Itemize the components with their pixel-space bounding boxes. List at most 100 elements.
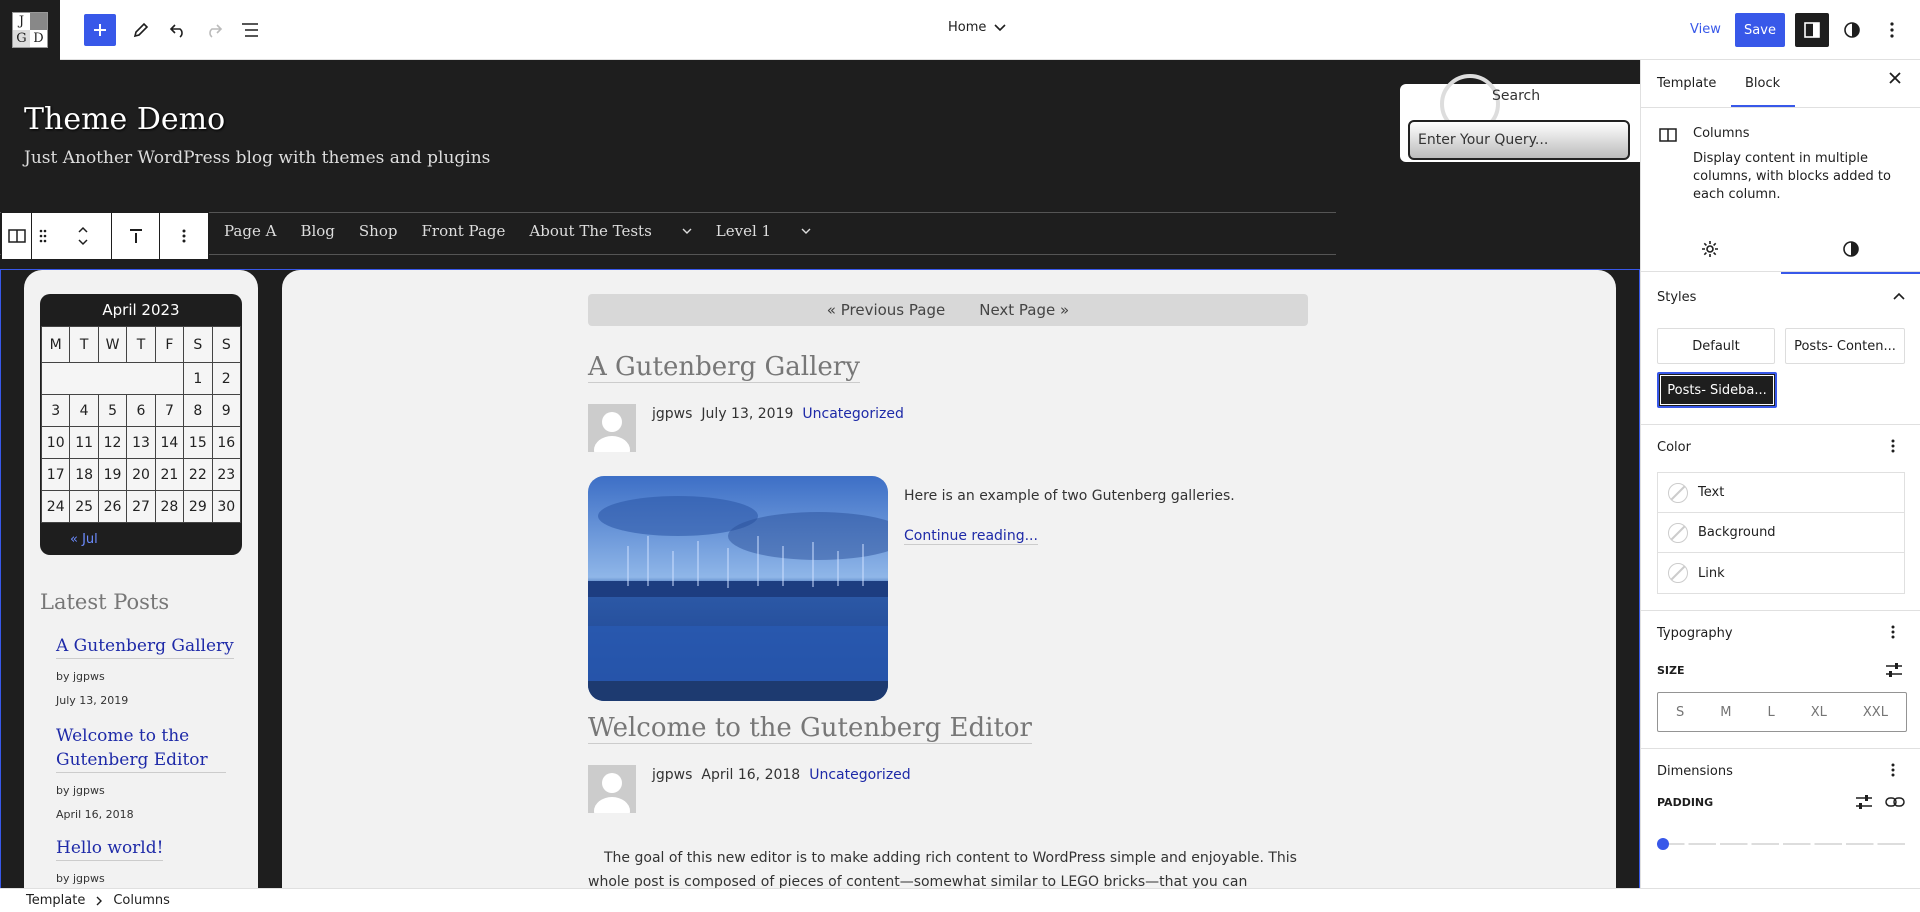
- latest-post-link[interactable]: Welcome to the Gutenberg Editor: [56, 724, 226, 773]
- calendar-day: 19: [97, 458, 128, 491]
- size-option[interactable]: XXL: [1863, 705, 1888, 720]
- posts-column[interactable]: « Previous Page Next Page » A Gutenberg …: [282, 270, 1616, 888]
- latest-post-link[interactable]: A Gutenberg Gallery: [56, 634, 234, 659]
- drag-handle[interactable]: [32, 213, 54, 259]
- dimensions-options-button[interactable]: [1891, 762, 1895, 778]
- custom-padding-button[interactable]: [1855, 794, 1873, 810]
- continue-reading-link[interactable]: Continue reading...: [904, 528, 1038, 545]
- calendar-day: 27: [126, 490, 156, 523]
- redo-button[interactable]: [198, 14, 230, 46]
- dimensions-heading: Dimensions: [1657, 764, 1733, 779]
- vertical-align-button[interactable]: [112, 213, 160, 259]
- calendar-day: 11: [69, 426, 99, 459]
- author-avatar: [588, 765, 636, 813]
- style-posts-content-button[interactable]: Posts- Conten...: [1785, 328, 1905, 364]
- previous-page-link[interactable]: « Previous Page: [827, 301, 945, 319]
- padding-slider[interactable]: [1657, 838, 1905, 850]
- nav-item-about[interactable]: About The Tests: [529, 222, 692, 240]
- logo-letter: G: [13, 30, 30, 47]
- move-buttons[interactable]: [54, 213, 112, 259]
- post-featured-image[interactable]: [588, 476, 888, 701]
- sidebar-column[interactable]: April 2023 MTWTFSS 1 2 3 4 5 6 7 8 9 10 11 12 13 14 15…: [24, 270, 258, 888]
- color-link-item[interactable]: Link: [1658, 553, 1904, 593]
- typography-options-button[interactable]: [1891, 624, 1895, 640]
- style-posts-sidebar-button[interactable]: Posts- Sideba...: [1657, 372, 1777, 408]
- site-title[interactable]: Theme Demo: [24, 102, 225, 137]
- post-category-link[interactable]: Uncategorized: [802, 406, 903, 422]
- editor-top-bar: J G D Home View Save: [0, 0, 1920, 60]
- unlink-sides-button[interactable]: [1885, 794, 1905, 810]
- settings-toggle-button[interactable]: [1795, 13, 1829, 47]
- post-author[interactable]: jgpws: [652, 406, 692, 422]
- settings-tab[interactable]: [1701, 240, 1719, 258]
- post-author[interactable]: jgpws: [652, 767, 692, 783]
- post-title[interactable]: Welcome to the Gutenberg Editor: [588, 713, 1032, 744]
- calendar-day: 17: [40, 458, 71, 491]
- site-logo-button[interactable]: J G D: [0, 0, 60, 60]
- previous-page-label: Previous Page: [840, 301, 946, 319]
- latest-post-link[interactable]: Hello world!: [56, 836, 164, 861]
- size-option[interactable]: M: [1720, 705, 1731, 720]
- calendar-prev-link[interactable]: « Jul: [40, 523, 242, 555]
- tab-template[interactable]: Template: [1657, 76, 1716, 91]
- save-button[interactable]: Save: [1735, 13, 1785, 47]
- size-option[interactable]: S: [1676, 705, 1684, 720]
- calendar-day: 24: [40, 490, 71, 523]
- nav-item-level1[interactable]: Level 1: [716, 222, 811, 240]
- calendar-day: 30: [211, 490, 242, 523]
- list-view-button[interactable]: [234, 14, 266, 46]
- color-item-label: Link: [1698, 565, 1725, 581]
- post-category-link[interactable]: Uncategorized: [809, 767, 910, 783]
- styles-heading[interactable]: Styles: [1657, 290, 1696, 305]
- calendar-day: 10: [40, 426, 71, 459]
- view-button[interactable]: View: [1690, 22, 1721, 37]
- tab-block[interactable]: Block: [1745, 76, 1780, 91]
- size-option[interactable]: XL: [1811, 705, 1827, 720]
- tools-button[interactable]: [125, 14, 157, 46]
- close-sidebar-button[interactable]: [1889, 72, 1901, 84]
- block-type-button[interactable]: [2, 213, 32, 259]
- document-selector[interactable]: Home: [948, 20, 1006, 35]
- block-name: Columns: [1693, 126, 1750, 141]
- search-label: Search: [1492, 88, 1541, 104]
- calendar-week: 3456789: [40, 394, 242, 427]
- styles-button[interactable]: [1836, 14, 1868, 46]
- options-button[interactable]: [1876, 14, 1908, 46]
- undo-button[interactable]: [162, 14, 194, 46]
- site-tagline[interactable]: Just Another WordPress blog with themes …: [24, 148, 490, 168]
- logo-letter: J: [13, 13, 30, 30]
- nav-item[interactable]: Page A: [224, 222, 276, 240]
- calendar-week: 24 25 26 27 28 29 30: [40, 490, 242, 523]
- sidebar-icon: [1804, 22, 1820, 38]
- add-block-button[interactable]: [84, 14, 116, 46]
- site-logo-icon: J G D: [12, 12, 48, 48]
- sliders-icon: [1886, 663, 1902, 677]
- calendar-table: MTWTFSS 1 2 3 4 5 6 7 8 9 10 11 12 13 14 15 16 17 18 19 20 2…: [40, 326, 242, 523]
- search-input[interactable]: Enter Your Query...: [1408, 120, 1630, 160]
- move-up-down-icon: [77, 226, 88, 246]
- breadcrumb-columns[interactable]: Columns: [113, 893, 170, 908]
- kebab-icon: [1891, 625, 1895, 639]
- collapse-styles-button[interactable]: [1893, 292, 1905, 300]
- color-options-button[interactable]: [1891, 438, 1895, 454]
- color-background-item[interactable]: Background: [1658, 513, 1904, 553]
- breadcrumb-template[interactable]: Template: [26, 893, 85, 908]
- drag-icon: [39, 229, 47, 243]
- styles-tab[interactable]: [1842, 240, 1860, 258]
- size-label: SIZE: [1657, 664, 1685, 677]
- slider-step: [1688, 843, 1716, 845]
- size-option[interactable]: L: [1767, 705, 1774, 720]
- calendar-day: 1: [183, 362, 213, 395]
- block-options-button[interactable]: [160, 213, 208, 259]
- color-text-item[interactable]: Text: [1658, 473, 1904, 513]
- custom-size-button[interactable]: [1885, 662, 1903, 678]
- nav-item[interactable]: Front Page: [421, 222, 505, 240]
- pencil-icon: [133, 22, 149, 38]
- style-default-button[interactable]: Default: [1657, 328, 1775, 364]
- calendar-day: 6: [126, 394, 156, 427]
- next-page-link[interactable]: Next Page »: [979, 301, 1069, 319]
- nav-item[interactable]: Shop: [359, 222, 398, 240]
- nav-item[interactable]: Blog: [300, 222, 334, 240]
- post-title[interactable]: A Gutenberg Gallery: [588, 352, 860, 383]
- slider-handle[interactable]: [1657, 838, 1669, 850]
